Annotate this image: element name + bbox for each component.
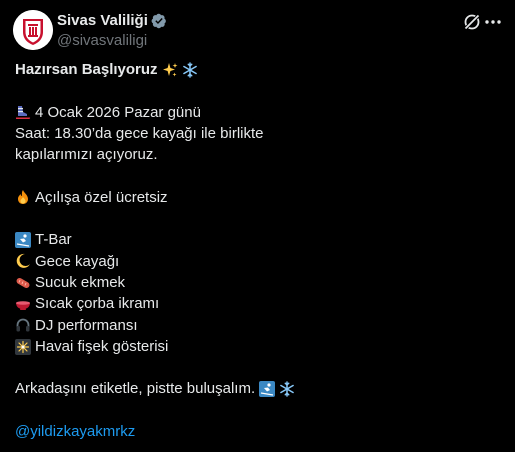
mention-link[interactable]: @yildizkayakmrkz (15, 421, 135, 442)
snowflake-emoji-icon (182, 61, 197, 78)
closing-line: Arkadaşını etiketle, pistte buluşalım. (15, 378, 505, 399)
date-text: 4 Ocak 2026 Pazar günü (35, 103, 201, 121)
doors-text: kapılarımızı açıyoruz. (15, 146, 158, 164)
display-name-row: Sivas Valiliği (57, 11, 167, 30)
fireworks-emoji-icon (15, 338, 31, 355)
list-item-label: Sucuk ekmek (35, 273, 126, 291)
skier-emoji-icon (15, 232, 31, 249)
sivas-valiligi-logo-icon (13, 10, 53, 50)
closing-text: Arkadaşını etiketle, pistte buluşalım. (15, 380, 256, 398)
author-names: Sivas Valiliği @sivasvaliligi (57, 11, 167, 50)
snowflake-emoji-icon (280, 381, 294, 397)
skier-emoji-icon (259, 381, 276, 398)
free-line: Açılışa özel ücretsiz (15, 187, 505, 208)
list-item-label: DJ performansı (35, 316, 138, 334)
list-item-label: T-Bar (35, 231, 72, 249)
list-item-label: Gece kayağı (35, 252, 120, 270)
list-item-label: Sıcak çorba ikramı (35, 295, 160, 313)
list-item: Havai fişek gösterisi (15, 336, 505, 357)
verified-badge-icon[interactable] (151, 13, 167, 29)
grok-icon[interactable] (462, 12, 482, 32)
list-item: Sucuk ekmek (15, 272, 505, 293)
display-name[interactable]: Sivas Valiliği (57, 11, 148, 30)
mention-line: @yildizkayakmrkz (15, 421, 505, 442)
time-line: Saat: 18.30’da gece kayağı ile birlikte (15, 123, 505, 144)
handle[interactable]: @sivasvaliligi (57, 31, 167, 50)
soup-bowl-emoji-icon (16, 301, 30, 310)
doors-line: kapılarımızı açıyoruz. (15, 144, 505, 165)
date-line: 4 Ocak 2026 Pazar günü (15, 102, 505, 123)
list-item: DJ performansı (15, 315, 505, 336)
crescent-moon-emoji-icon (16, 254, 30, 269)
tweet-header: Sivas Valiliği @sivasvaliligi (13, 10, 503, 50)
tweet-title: Hazırsan Başlıyoruz (15, 61, 158, 78)
list-item-label: Havai fişek gösterisi (35, 337, 169, 355)
sausage-emoji-icon (16, 277, 30, 288)
free-text: Açılışa özel ücretsiz (35, 188, 168, 206)
list-item: T-Bar (15, 229, 505, 250)
headphones-emoji-icon (16, 318, 30, 332)
more-icon[interactable] (483, 12, 503, 32)
fire-emoji-icon (18, 190, 28, 205)
list-item: Sıcak çorba ikramı (15, 293, 505, 314)
time-text: Saat: 18.30’da gece kayağı ile birlikte (15, 124, 264, 142)
tweet-text: Hazırsan Başlıyoruz 4 Ocak 2026 Pazar gü… (15, 59, 505, 442)
avatar[interactable] (13, 10, 53, 50)
tweet-title-line: Hazırsan Başlıyoruz (15, 59, 505, 80)
sparkles-emoji-icon (162, 62, 178, 77)
ski-emoji-icon (16, 106, 31, 120)
list-item: Gece kayağı (15, 251, 505, 272)
